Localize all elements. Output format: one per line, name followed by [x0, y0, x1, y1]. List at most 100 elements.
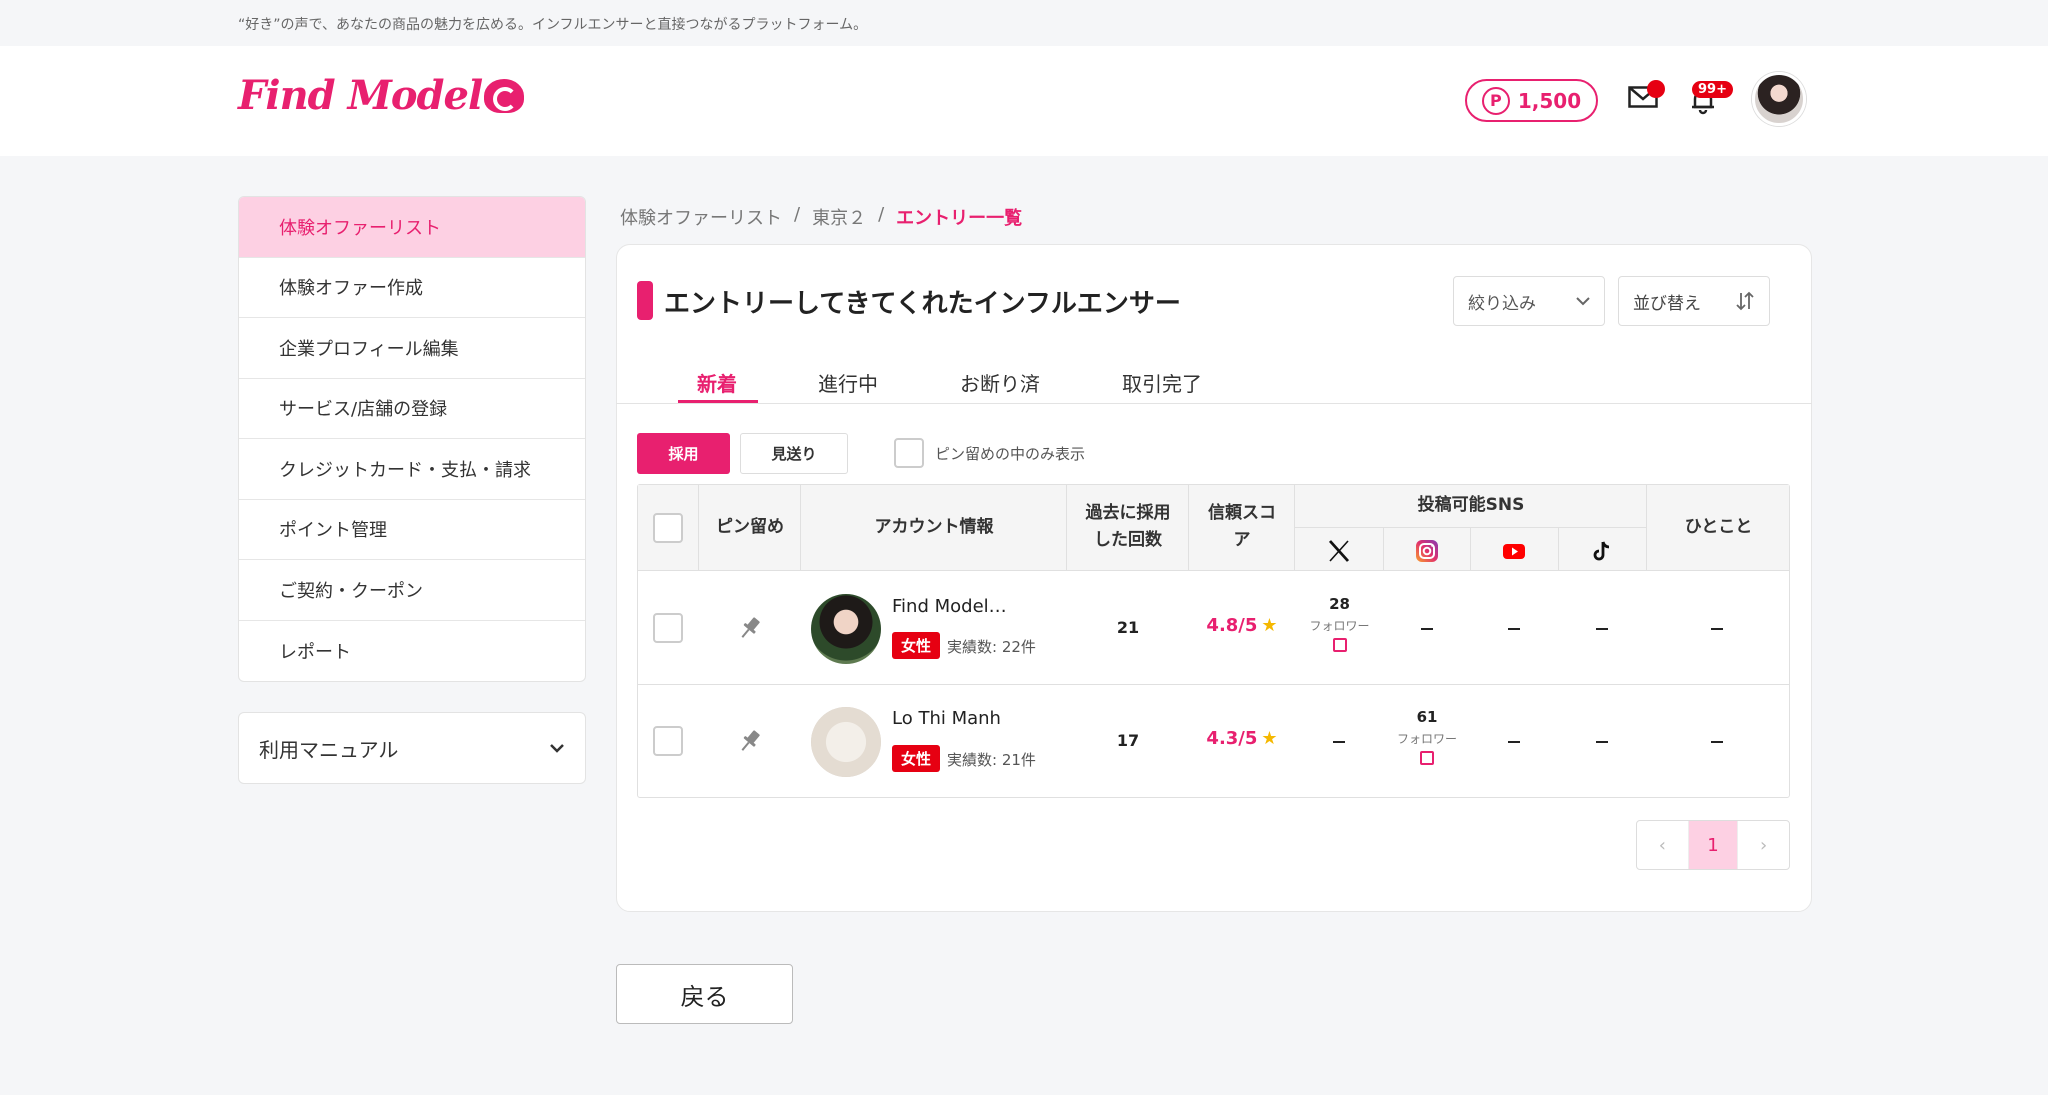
- column-divider: [1470, 528, 1471, 571]
- account-name[interactable]: Find Model…: [892, 596, 1007, 617]
- adopted-count: 17: [1116, 731, 1140, 750]
- header-trust-line1: 信頼スコ: [1208, 503, 1276, 523]
- empty-dash: [1333, 741, 1345, 743]
- filter-dropdown[interactable]: 絞り込み: [1453, 276, 1605, 326]
- column-divider: [1294, 485, 1295, 571]
- empty-dash: [1508, 628, 1520, 630]
- x-followers-cell: 28 フォロワー: [1296, 595, 1383, 652]
- empty-dash: [1711, 628, 1723, 630]
- header-account: アカウント情報: [874, 517, 994, 537]
- youtube-icon: [1503, 544, 1525, 559]
- instagram-icon: [1416, 540, 1438, 562]
- star-icon: ★: [1261, 615, 1278, 636]
- sidebar-item-report[interactable]: レポート: [239, 621, 585, 682]
- breadcrumb-separator: /: [794, 204, 801, 225]
- points-icon: P: [1481, 86, 1510, 115]
- sidebar-item-offer-create[interactable]: 体験オファー作成: [239, 258, 585, 318]
- notification-badge: 99+: [1692, 81, 1733, 98]
- breadcrumb-separator: /: [878, 204, 885, 225]
- back-button[interactable]: 戻る: [616, 964, 793, 1024]
- prev-page-button[interactable]: ‹: [1637, 821, 1688, 869]
- instagram-followers-cell: 61 フォロワー: [1384, 708, 1470, 765]
- tab-new[interactable]: 新着: [697, 368, 737, 404]
- empty-dash: [1421, 628, 1433, 630]
- adopted-count: 21: [1116, 618, 1140, 637]
- tiktok-icon: [1593, 541, 1610, 561]
- tab-in-progress[interactable]: 進行中: [818, 368, 878, 404]
- manual-dropdown[interactable]: 利用マニュアル: [238, 712, 586, 784]
- breadcrumb: 体験オファーリスト / 東京２ / エントリー一覧: [620, 204, 1022, 230]
- gender-badge: 女性: [892, 632, 941, 659]
- instagram-follower-count: 61: [1416, 708, 1438, 726]
- sidebar-item-profile-edit[interactable]: 企業プロフィール編集: [239, 318, 585, 379]
- account-avatar[interactable]: [811, 594, 881, 664]
- column-divider: [1646, 485, 1647, 571]
- record-count: 実績数: 22件: [947, 638, 1036, 656]
- empty-dash: [1596, 628, 1608, 630]
- pagination: ‹ 1 ›: [1636, 820, 1790, 870]
- points-button[interactable]: P 1,500: [1465, 79, 1598, 122]
- column-divider: [1066, 485, 1067, 571]
- breadcrumb-item[interactable]: 東京２: [812, 204, 866, 230]
- header-adopted: 過去に採用 した回数: [1068, 500, 1188, 554]
- external-link-icon[interactable]: [1332, 638, 1347, 652]
- page-number[interactable]: 1: [1687, 821, 1739, 869]
- sort-icon: [1736, 291, 1754, 311]
- header-sns: 投稿可能SNS: [1417, 495, 1525, 515]
- sidebar-item-offer-list[interactable]: 体験オファーリスト: [239, 197, 585, 258]
- header-pin: ピン留め: [716, 517, 784, 537]
- trust-score: 4.3/5 ★: [1190, 728, 1294, 749]
- x-icon: [1328, 540, 1350, 562]
- followers-label: フォロワー: [1309, 619, 1370, 633]
- sort-label: 並び替え: [1633, 293, 1701, 314]
- breadcrumb-current: エントリー一覧: [896, 208, 1023, 229]
- site-tagline: “好き”の声で、あなたの商品の魅力を広める。インフルエンサーと直接つながるプラッ…: [238, 17, 868, 33]
- header-trust-score: 信頼スコ ア: [1190, 500, 1294, 554]
- adopt-button[interactable]: 採用: [637, 433, 730, 474]
- breadcrumb-item[interactable]: 体験オファーリスト: [620, 204, 782, 230]
- score-value: 4.3/5: [1206, 728, 1258, 749]
- account-avatar[interactable]: [811, 707, 881, 777]
- skip-button[interactable]: 見送り: [740, 433, 848, 474]
- account-name[interactable]: Lo Thi Manh: [892, 708, 1001, 729]
- active-tab-indicator: [678, 400, 758, 403]
- empty-dash: [1508, 741, 1520, 743]
- next-page-button[interactable]: ›: [1738, 821, 1789, 869]
- header-adopted-line2: した回数: [1094, 530, 1162, 550]
- trust-score: 4.8/5 ★: [1190, 615, 1294, 636]
- pin-only-label: ピン留めの中のみ表示: [935, 445, 1086, 463]
- pin-icon[interactable]: [736, 614, 764, 642]
- sort-dropdown[interactable]: 並び替え: [1618, 276, 1770, 326]
- pin-icon[interactable]: [736, 727, 764, 755]
- gender-badge: 女性: [892, 745, 941, 772]
- pin-only-checkbox[interactable]: [894, 438, 924, 468]
- column-divider: [1558, 528, 1559, 571]
- tab-completed[interactable]: 取引完了: [1122, 368, 1202, 404]
- sidebar-nav: 体験オファーリスト 体験オファー作成 企業プロフィール編集 サービス/店舗の登録…: [238, 196, 586, 682]
- select-all-checkbox[interactable]: [653, 513, 683, 543]
- manual-label: 利用マニュアル: [259, 737, 399, 762]
- header-trust-line2: ア: [1233, 530, 1251, 550]
- logo[interactable]: Find Model: [238, 72, 525, 119]
- logo-text: Find Model: [238, 72, 483, 119]
- external-link-icon[interactable]: [1420, 751, 1434, 765]
- star-icon: ★: [1261, 728, 1278, 749]
- row-checkbox[interactable]: [653, 726, 683, 756]
- sidebar-item-points[interactable]: ポイント管理: [239, 500, 585, 560]
- tab-declined[interactable]: お断り済: [960, 368, 1040, 404]
- column-divider: [1188, 485, 1189, 571]
- sidebar-item-billing[interactable]: クレジットカード・支払・請求: [239, 439, 585, 500]
- x-follower-count: 28: [1329, 595, 1350, 613]
- user-avatar[interactable]: [1752, 72, 1806, 126]
- column-divider: [800, 485, 801, 571]
- sidebar-item-store-register[interactable]: サービス/店舗の登録: [239, 379, 585, 439]
- unread-dot: [1647, 80, 1665, 98]
- row-checkbox[interactable]: [653, 613, 683, 643]
- status-tabs: 新着 進行中 お断り済 取引完了: [616, 368, 1812, 404]
- empty-dash: [1711, 741, 1723, 743]
- page-title: エントリーしてきてくれたインフルエンサー: [664, 289, 1181, 319]
- chevron-down-icon: [550, 744, 564, 753]
- sidebar-item-contract[interactable]: ご契約・クーポン: [239, 560, 585, 621]
- sns-header-divider: [1295, 527, 1646, 528]
- empty-dash: [1596, 741, 1608, 743]
